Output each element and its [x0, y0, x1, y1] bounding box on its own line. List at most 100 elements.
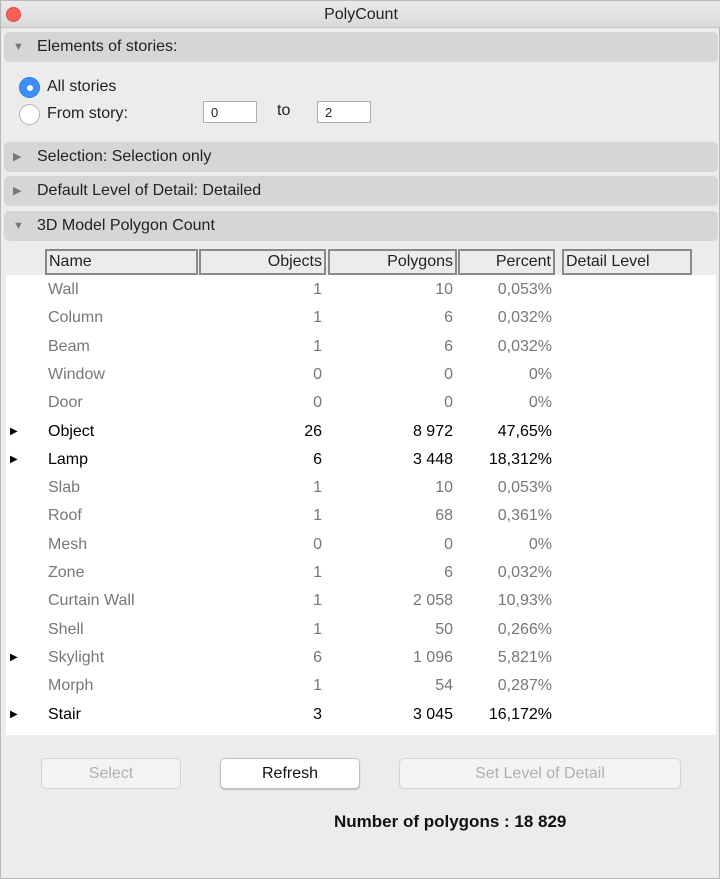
row-polygons: 6	[444, 337, 453, 355]
expand-triangle-icon[interactable]: ▶	[10, 446, 18, 474]
row-polygons: 6	[444, 564, 453, 581]
row-percent: 5,821%	[497, 648, 552, 666]
section-elements-of-stories[interactable]: ▼ Elements of stories:	[4, 32, 718, 62]
row-polygons: 0	[444, 394, 453, 412]
row-objects: 0	[313, 535, 322, 553]
row-name: Slab	[48, 479, 81, 497]
row-name: Zone	[48, 564, 85, 581]
row-polygons: 3 448	[412, 450, 453, 468]
section-label: Selection: Selection only	[37, 148, 212, 165]
disclosure-right-icon: ▶	[13, 185, 22, 197]
row-objects: 1	[313, 281, 322, 298]
section-selection[interactable]: ▶ Selection: Selection only	[4, 142, 718, 172]
table-row[interactable]: ▶ Stair 3 3 045 16,172%	[6, 701, 716, 729]
from-story-input[interactable]: 0	[203, 101, 257, 123]
row-objects: 1	[313, 620, 322, 638]
row-name: Morph	[48, 677, 94, 695]
row-objects: 1	[313, 479, 322, 497]
select-button[interactable]: Select	[41, 758, 181, 789]
all-stories-radio[interactable]	[19, 77, 40, 98]
row-objects: 1	[313, 337, 322, 355]
all-stories-label: All stories	[47, 78, 117, 95]
title-bar: PolyCount	[1, 1, 720, 28]
row-objects: 1	[313, 564, 322, 581]
row-percent: 47,65%	[497, 422, 552, 440]
row-polygons: 0	[444, 535, 453, 553]
table-row[interactable]: Roof 1 68 0,361%	[6, 502, 716, 530]
to-label: to	[277, 102, 291, 119]
table-row[interactable]: Slab 1 10 0,053%	[6, 474, 716, 502]
row-name: Column	[48, 309, 104, 327]
row-name: Door	[48, 394, 83, 412]
column-header-percent[interactable]: Percent	[458, 249, 555, 275]
set-level-of-detail-button[interactable]: Set Level of Detail	[399, 758, 681, 789]
disclosure-down-icon: ▼	[13, 220, 24, 232]
expand-triangle-icon[interactable]: ▶	[10, 701, 18, 729]
table-row[interactable]: Mesh 0 0 0%	[6, 531, 716, 559]
refresh-button[interactable]: Refresh	[220, 758, 360, 789]
table-row[interactable]: Beam 1 6 0,032%	[6, 333, 716, 361]
row-percent: 0,032%	[497, 309, 552, 327]
row-polygons: 8 972	[412, 422, 453, 440]
table-row[interactable]: Morph 1 54 0,287%	[6, 672, 716, 700]
row-percent: 0,032%	[497, 337, 552, 355]
row-polygons: 10	[435, 281, 453, 298]
total-polygons: Number of polygons : 18 829	[334, 812, 567, 831]
section-label: Default Level of Detail: Detailed	[37, 182, 262, 199]
table-row[interactable]: Wall 1 10 0,053%	[6, 276, 716, 304]
row-name: Roof	[48, 507, 82, 525]
disclosure-right-icon: ▶	[13, 151, 22, 163]
row-percent: 0,361%	[497, 507, 552, 525]
row-polygons: 0	[444, 365, 453, 383]
close-button[interactable]	[6, 7, 21, 22]
column-header-polygons[interactable]: Polygons	[328, 249, 457, 275]
disclosure-down-icon: ▼	[13, 41, 24, 53]
row-objects: 1	[313, 677, 322, 695]
table-row[interactable]: ▶ Lamp 6 3 448 18,312%	[6, 446, 716, 474]
row-percent: 0,053%	[497, 281, 552, 298]
row-polygons: 54	[435, 677, 453, 695]
row-percent: 0%	[528, 535, 552, 553]
row-polygons: 3 045	[412, 705, 453, 723]
expand-triangle-icon[interactable]: ▶	[10, 644, 18, 672]
row-name: Window	[48, 365, 105, 383]
section-polygon-count[interactable]: ▼ 3D Model Polygon Count	[4, 211, 718, 241]
column-header-detail-level[interactable]: Detail Level	[562, 249, 692, 275]
table-row[interactable]: Shell 1 50 0,266%	[6, 616, 716, 644]
row-objects: 0	[313, 365, 322, 383]
row-percent: 16,172%	[488, 705, 552, 723]
row-name: Wall	[48, 281, 79, 298]
row-objects: 3	[313, 705, 322, 723]
row-objects: 6	[313, 648, 322, 666]
row-polygons: 1 096	[412, 648, 453, 666]
table-row[interactable]: ▶ Object 26 8 972 47,65%	[6, 418, 716, 446]
from-story-radio[interactable]	[19, 104, 40, 125]
table-row[interactable]: Column 1 6 0,032%	[6, 304, 716, 332]
table-row[interactable]: Door 0 0 0%	[6, 389, 716, 417]
column-header-name[interactable]: Name	[45, 249, 198, 275]
row-percent: 0,266%	[497, 620, 552, 638]
column-header-objects[interactable]: Objects	[199, 249, 326, 275]
table-row[interactable]: Zone 1 6 0,032%	[6, 559, 716, 587]
to-story-input[interactable]: 2	[317, 101, 371, 123]
section-label: 3D Model Polygon Count	[37, 217, 215, 234]
row-objects: 1	[313, 507, 322, 525]
row-name: Lamp	[48, 450, 89, 468]
section-default-lod[interactable]: ▶ Default Level of Detail: Detailed	[4, 176, 718, 206]
row-percent: 0,287%	[497, 677, 552, 695]
row-objects: 0	[313, 394, 322, 412]
row-name: Beam	[48, 337, 90, 355]
row-percent: 10,93%	[497, 592, 552, 610]
row-percent: 0,053%	[497, 479, 552, 497]
table-row[interactable]: ▶ Skylight 6 1 096 5,821%	[6, 644, 716, 672]
table-row[interactable]: Window 0 0 0%	[6, 361, 716, 389]
row-polygons: 2 058	[412, 592, 453, 610]
expand-triangle-icon[interactable]: ▶	[10, 418, 18, 446]
row-polygons: 50	[435, 620, 453, 638]
row-name: Curtain Wall	[48, 592, 135, 610]
table-row[interactable]: Curtain Wall 1 2 058 10,93%	[6, 587, 716, 615]
row-objects: 1	[313, 309, 322, 327]
window-title: PolyCount	[324, 6, 398, 23]
row-percent: 0,032%	[497, 564, 552, 581]
from-story-label: From story:	[47, 105, 128, 122]
